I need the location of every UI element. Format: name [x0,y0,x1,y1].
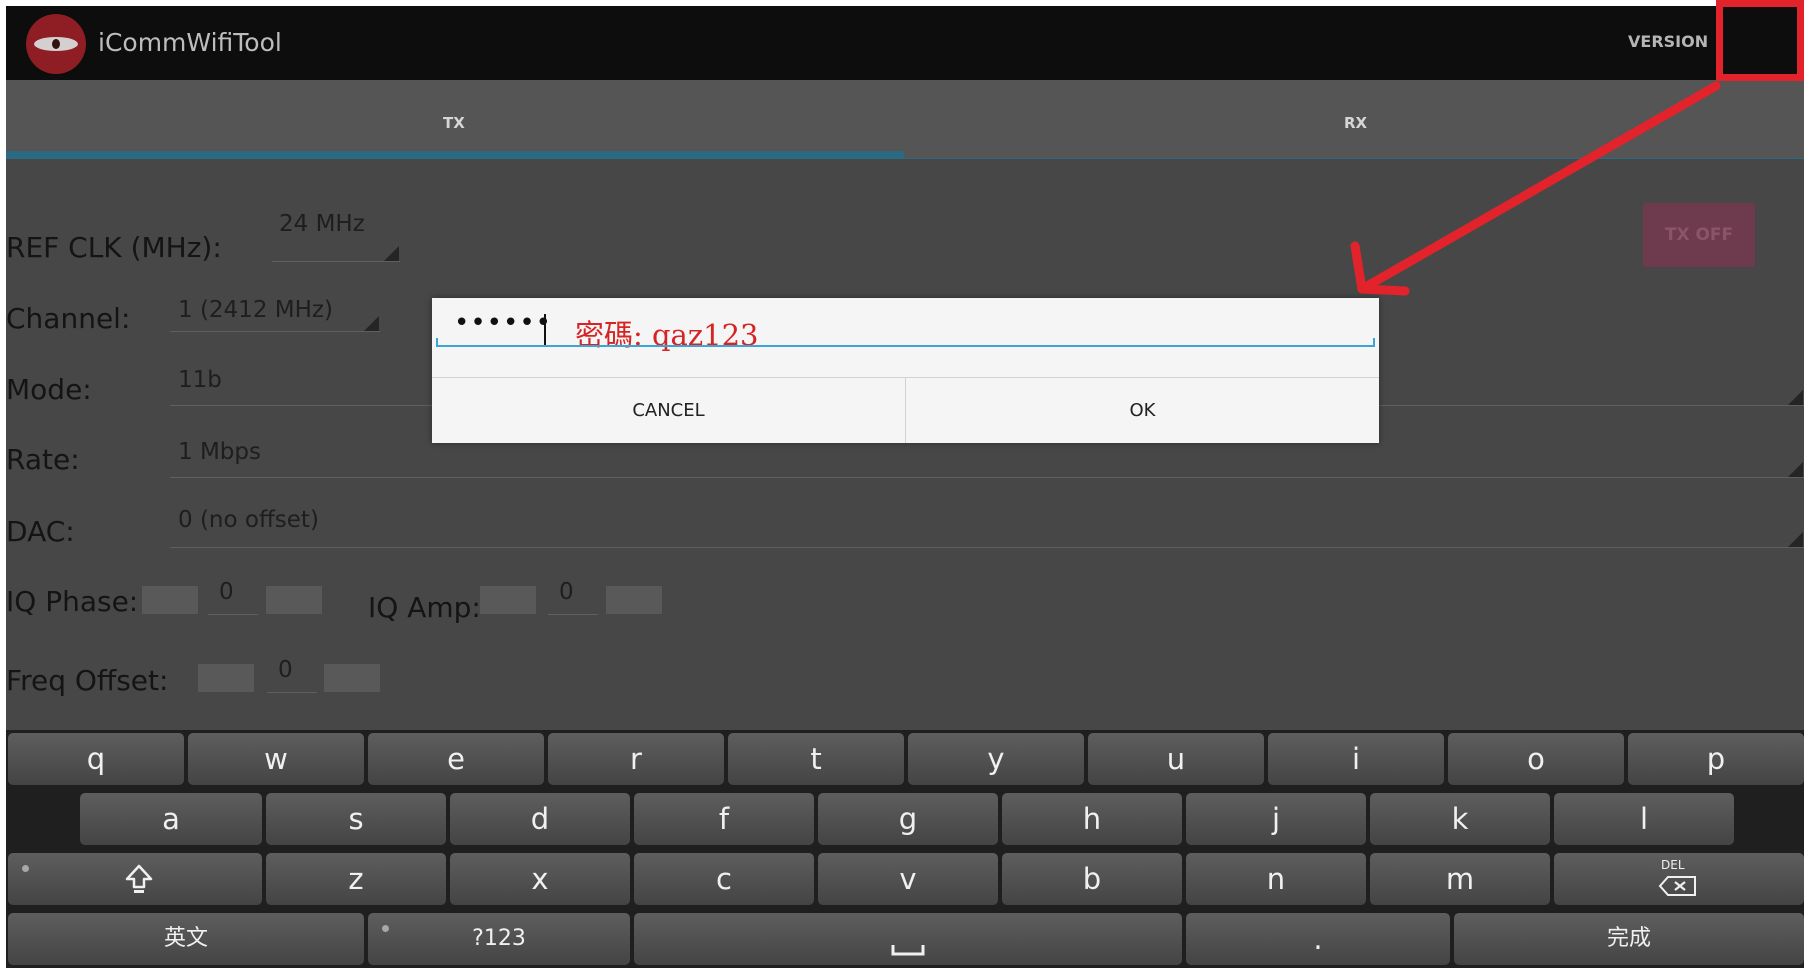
annotation-arrow-icon [1350,81,1721,296]
